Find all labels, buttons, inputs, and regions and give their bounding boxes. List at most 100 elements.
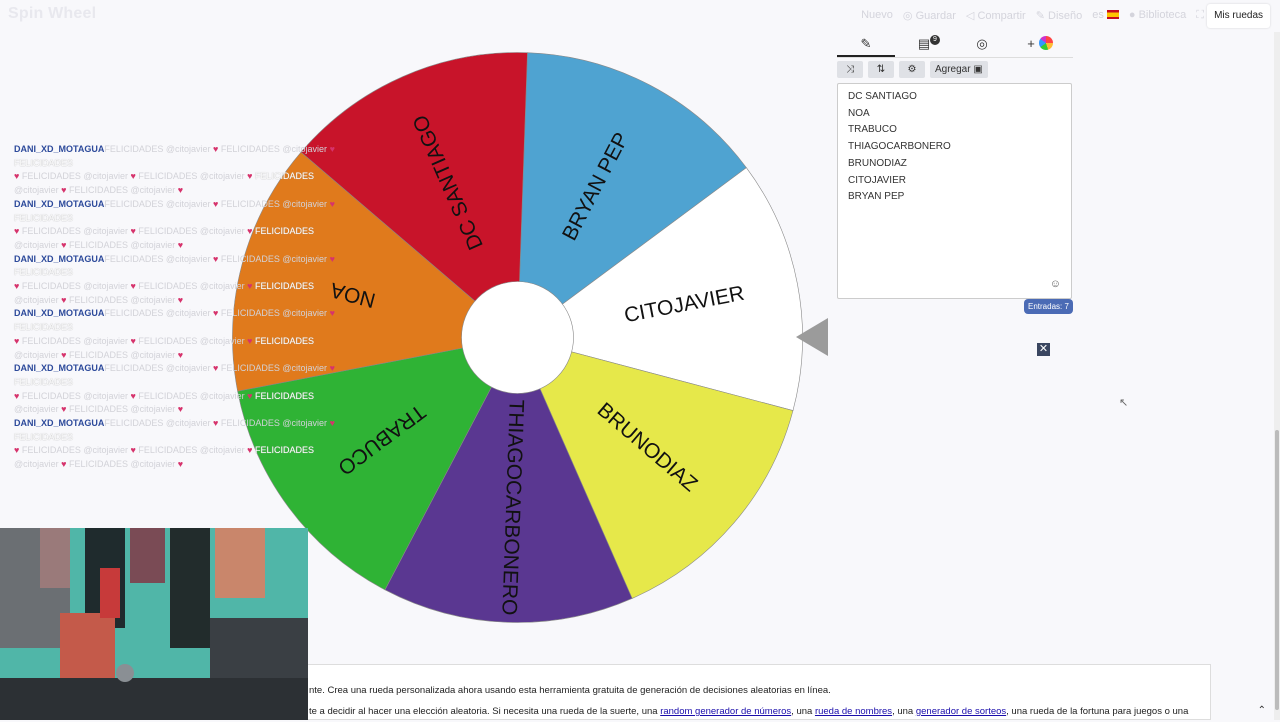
add-button-label: Agregar bbox=[935, 64, 971, 75]
nav-biblioteca-label: Biblioteca bbox=[1138, 9, 1187, 21]
eye-slash-icon: ◎ bbox=[976, 36, 988, 51]
info-line-1: nte. Crea una rueda personalizada ahora … bbox=[309, 685, 831, 696]
chat-text: FELICIDADES bbox=[254, 390, 314, 401]
chat-text: FELICIDADES @citojavier bbox=[104, 363, 211, 374]
tab-add-wheel[interactable]: + bbox=[1011, 32, 1069, 57]
shuffle-icon: ⤨ bbox=[846, 64, 854, 75]
entry-tools: ⤨ ⇅ ⚙ Agregar ▣ bbox=[837, 61, 1073, 78]
plus-icon: + bbox=[1027, 36, 1035, 51]
link-number-generator[interactable]: random generador de números bbox=[660, 706, 791, 717]
chat-text: FELICIDADES bbox=[254, 281, 314, 292]
chat-text: FELICIDADES @citojavier bbox=[104, 144, 211, 154]
chat-text: FELICIDADES @citojavier bbox=[220, 144, 328, 154]
shuffle-button[interactable]: ⤨ bbox=[837, 61, 863, 78]
chat-text: FELICIDADES @citojavier bbox=[69, 404, 176, 415]
chat-text: FELICIDADES @citojavier bbox=[220, 363, 328, 374]
chat-text: FELICIDADES @citojavier bbox=[21, 445, 129, 456]
nav-diseno[interactable]: ✎ Diseño bbox=[1036, 9, 1083, 22]
tab-hidden[interactable]: ◎ bbox=[953, 32, 1011, 57]
chat-user: DANI_XD_MOTAGUA bbox=[14, 418, 105, 429]
globe-icon: ● bbox=[1128, 9, 1139, 21]
chat-text: FELICIDADES bbox=[254, 445, 314, 456]
chat-text: FELICIDADES bbox=[14, 212, 74, 223]
chat-message: DANI_XD_MOTAGUAFELICIDADES @citojavier ♥… bbox=[14, 363, 335, 415]
results-badge: 9 bbox=[930, 35, 940, 45]
chat-message: DANI_XD_MOTAGUAFELICIDADES @citojavier ♥… bbox=[14, 308, 335, 360]
entry-line: CITOJAVIER bbox=[848, 174, 906, 186]
nav-diseno-label: Diseño bbox=[1048, 10, 1083, 22]
entry-line: DC SANTIAGO bbox=[848, 91, 917, 102]
chat-text: FELICIDADES @citojavier bbox=[69, 294, 176, 305]
chat-text: FELICIDADES @citojavier bbox=[104, 308, 211, 319]
entry-line: NOA bbox=[848, 107, 870, 119]
gear-icon: ⚙ bbox=[907, 64, 917, 75]
nav-guardar[interactable]: ◎ Guardar bbox=[903, 9, 956, 22]
nav-language[interactable]: es bbox=[1092, 9, 1119, 22]
chat-text: FELICIDADES @citojavier bbox=[138, 171, 245, 182]
clipboard-icon: ▤ bbox=[917, 36, 931, 51]
chat-text: @citojavier bbox=[14, 185, 59, 196]
spain-flag-icon bbox=[1106, 10, 1119, 19]
chat-user: DANI_XD_MOTAGUA bbox=[14, 308, 105, 319]
chat-text: FELICIDADES @citojavier bbox=[69, 239, 176, 250]
chat-overlay: DANI_XD_MOTAGUAFELICIDADES @citojavier ♥… bbox=[14, 143, 354, 472]
nav-compartir-label: Compartir bbox=[977, 10, 1026, 22]
info-text: , una rueda de la fortuna para juegos o … bbox=[1006, 706, 1189, 717]
chat-text: FELICIDADES @citojavier bbox=[104, 198, 211, 209]
chat-text: FELICIDADES @citojavier bbox=[69, 459, 176, 470]
nav-compartir[interactable]: ◁ Compartir bbox=[966, 9, 1026, 22]
pencil-nav-icon: ✎ bbox=[1035, 10, 1049, 22]
chat-text: FELICIDADES @citojavier bbox=[138, 281, 245, 292]
save-icon: ◎ bbox=[902, 10, 916, 22]
top-bar: Spin Wheel Nuevo ◎ Guardar ◁ Compartir ✎… bbox=[0, 0, 1280, 32]
mouse-cursor-icon: ↖ bbox=[1119, 397, 1129, 409]
add-image-button[interactable]: Agregar ▣ bbox=[930, 61, 988, 78]
webcam-image bbox=[0, 528, 308, 720]
chat-user: DANI_XD_MOTAGUA bbox=[14, 253, 105, 264]
page-scrollbar[interactable] bbox=[1274, 32, 1280, 720]
chat-text: @citojavier bbox=[14, 294, 59, 305]
chat-user: DANI_XD_MOTAGUA bbox=[14, 363, 105, 374]
share-icon: ◁ bbox=[965, 10, 978, 22]
tab-edit[interactable]: ✎ bbox=[837, 32, 895, 57]
chat-text: @citojavier bbox=[14, 239, 59, 250]
entries-count: Entradas: 7 bbox=[1024, 299, 1073, 314]
entry-line: BRYAN PEP bbox=[848, 191, 905, 203]
chat-text: FELICIDADES @citojavier bbox=[220, 308, 328, 319]
color-wheel-icon bbox=[1038, 36, 1053, 50]
entries-textarea[interactable]: DC SANTIAGO NOA TRABUCO THIAGOCARBONERO BRUN… bbox=[837, 83, 1072, 299]
wheel-center[interactable] bbox=[461, 281, 574, 394]
nav-guardar-label: Guardar bbox=[915, 10, 956, 22]
chat-message: DANI_XD_MOTAGUAFELICIDADES @citojavier ♥… bbox=[14, 253, 335, 305]
close-icon[interactable]: ✕ bbox=[1037, 343, 1050, 356]
wheel-pointer bbox=[796, 318, 828, 356]
smile-icon[interactable]: ☺ bbox=[1050, 278, 1061, 290]
image-icon: ▣ bbox=[973, 64, 983, 75]
sort-button[interactable]: ⇅ bbox=[868, 61, 894, 78]
chat-text: FELICIDADES @citojavier bbox=[21, 171, 129, 182]
chat-text: FELICIDADES @citojavier bbox=[138, 335, 245, 346]
info-section: nte. Crea una rueda personalizada ahora … bbox=[300, 664, 1211, 720]
chat-text: FELICIDADES bbox=[14, 376, 74, 387]
fullscreen-icon[interactable]: ⛶ bbox=[1196, 9, 1204, 22]
chat-text: FELICIDADES @citojavier bbox=[21, 390, 129, 401]
nav-biblioteca[interactable]: ● Biblioteca bbox=[1129, 9, 1186, 22]
tab-results[interactable]: ▤ 9 bbox=[895, 32, 953, 57]
chat-text: FELICIDADES @citojavier bbox=[138, 226, 245, 237]
scroll-up-icon[interactable]: ⌃ bbox=[1258, 705, 1266, 716]
chat-text: FELICIDADES bbox=[14, 157, 74, 168]
link-name-wheel[interactable]: rueda de nombres bbox=[815, 706, 892, 717]
chat-text: FELICIDADES bbox=[14, 267, 74, 278]
link-draw-generator[interactable]: generador de sorteos bbox=[916, 706, 1006, 717]
settings-button[interactable]: ⚙ bbox=[899, 61, 925, 78]
chat-message: DANI_XD_MOTAGUAFELICIDADES @citojavier ♥… bbox=[14, 418, 335, 470]
my-wheels-button[interactable]: Mis ruedas bbox=[1207, 4, 1270, 28]
scrollbar-thumb[interactable] bbox=[1275, 430, 1279, 710]
chat-text: FELICIDADES @citojavier bbox=[138, 445, 245, 456]
chat-text: FELICIDADES @citojavier bbox=[21, 281, 129, 292]
app-logo[interactable]: Spin Wheel bbox=[8, 5, 96, 23]
chat-text: FELICIDADES @citojavier bbox=[104, 253, 211, 264]
chat-text: FELICIDADES @citojavier bbox=[69, 349, 176, 360]
nav-nuevo[interactable]: Nuevo bbox=[861, 9, 893, 22]
chat-text: FELICIDADES bbox=[254, 335, 314, 346]
